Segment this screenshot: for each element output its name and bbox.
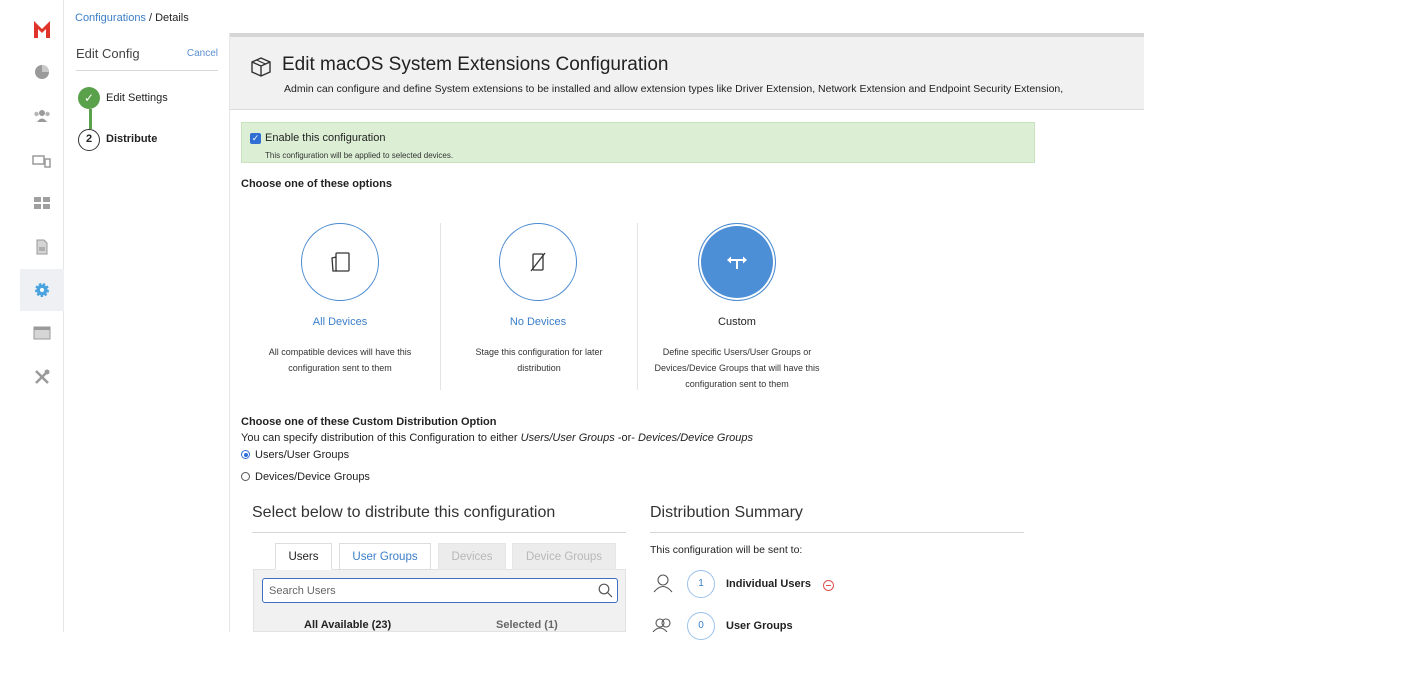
steps-header: Edit Config Cancel: [76, 45, 218, 71]
all-devices-desc-line: configuration sent to them: [288, 363, 392, 373]
no-devices-option[interactable]: [499, 223, 577, 301]
icon-rail: [20, 0, 64, 632]
breadcrumb-configurations-link[interactable]: Configurations: [75, 12, 146, 24]
grid-apps-icon[interactable]: [20, 182, 64, 224]
step-number-badge: 2: [78, 129, 100, 151]
devices-radio[interactable]: [241, 472, 250, 481]
tab-users[interactable]: Users: [275, 543, 332, 570]
individual-users-count: 1: [687, 570, 715, 598]
page-title: Edit macOS System Extensions Configurati…: [282, 54, 669, 75]
custom-desc: Define specific Users/User Groups or Dev…: [638, 344, 836, 392]
users-radio-label[interactable]: Users/User Groups: [255, 449, 349, 461]
search-users-input[interactable]: [262, 578, 618, 603]
user-group-icon: [652, 617, 674, 637]
split-arrows-icon: [727, 256, 747, 269]
custom-desc-line: Devices/Device Groups that will have thi…: [654, 363, 820, 373]
steps-title: Edit Config: [76, 46, 140, 61]
no-device-icon: [530, 252, 546, 272]
options-heading: Choose one of these options: [241, 178, 392, 190]
check-icon: ✓: [78, 87, 100, 109]
desc-users-emphasis: Users/User Groups: [520, 432, 615, 444]
remove-circle-icon[interactable]: [823, 580, 834, 591]
custom-desc-line: configuration sent to them: [685, 379, 789, 389]
custom-desc-line: Define specific Users/User Groups or: [662, 347, 812, 357]
page-subtitle: Admin can configure and define System ex…: [284, 83, 1064, 95]
breadcrumb-current: Details: [155, 12, 189, 24]
no-devices-title[interactable]: No Devices: [479, 316, 597, 328]
all-devices-option[interactable]: [301, 223, 379, 301]
tablet-phone-icon: [331, 252, 350, 272]
all-devices-title[interactable]: All Devices: [281, 316, 399, 328]
enable-configuration-panel: ✓ Enable this configuration This configu…: [241, 122, 1035, 163]
custom-option[interactable]: [698, 223, 776, 301]
window-icon[interactable]: [20, 312, 64, 354]
selected-header: Selected (1): [496, 619, 558, 631]
custom-distribution-desc: You can specify distribution of this Con…: [241, 432, 753, 444]
custom-distribution-heading: Choose one of these Custom Distribution …: [241, 416, 497, 428]
search-icon[interactable]: [598, 583, 613, 603]
all-devices-desc-line: All compatible devices will have this: [268, 347, 412, 357]
devices-icon[interactable]: [20, 140, 64, 182]
user-groups-count: 0: [687, 612, 715, 640]
section-rule: [252, 532, 626, 533]
user-icon: [652, 573, 674, 598]
step-connector: [89, 109, 92, 129]
tools-icon[interactable]: [20, 356, 64, 398]
enable-note: This configuration will be applied to se…: [265, 151, 454, 160]
custom-title[interactable]: Custom: [677, 316, 797, 328]
document-icon[interactable]: [20, 226, 64, 268]
enable-checkbox[interactable]: ✓: [250, 133, 261, 144]
devices-radio-label[interactable]: Devices/Device Groups: [255, 471, 370, 483]
tab-devices[interactable]: Devices: [438, 543, 506, 570]
breadcrumb-separator: /: [145, 12, 156, 24]
desc-prefix: You can specify distribution of this Con…: [241, 432, 521, 444]
select-section-title: Select below to distribute this configur…: [252, 504, 556, 521]
dashboard-pie-icon[interactable]: [20, 51, 64, 93]
section-rule: [650, 532, 1024, 533]
step-edit-settings[interactable]: Edit Settings: [106, 92, 168, 104]
package-box-icon: [250, 57, 272, 82]
no-devices-desc-line: distribution: [517, 363, 561, 373]
tab-user-groups[interactable]: User Groups: [339, 543, 431, 570]
all-devices-desc: All compatible devices will have this co…: [251, 344, 429, 376]
individual-users-label: Individual Users: [726, 578, 811, 590]
brand-logo-icon[interactable]: [20, 8, 64, 50]
users-icon[interactable]: [20, 95, 64, 137]
tab-device-groups[interactable]: Device Groups: [512, 543, 616, 570]
summary-intro: This configuration will be sent to:: [650, 544, 803, 556]
option-divider: [440, 223, 441, 390]
user-groups-label: User Groups: [726, 620, 793, 632]
no-devices-desc: Stage this configuration for later distr…: [452, 344, 626, 376]
breadcrumb: Configurations / Details: [75, 12, 189, 24]
step-distribute[interactable]: Distribute: [106, 133, 157, 145]
configurations-gear-icon[interactable]: [20, 269, 64, 311]
all-available-header: All Available (23): [304, 619, 392, 631]
page-header: Edit macOS System Extensions Configurati…: [230, 33, 1144, 110]
distribution-summary-title: Distribution Summary: [650, 504, 803, 521]
steps-panel: Edit Config Cancel ✓ Edit Settings 2 Dis…: [64, 33, 230, 632]
no-devices-desc-line: Stage this configuration for later: [475, 347, 603, 357]
users-radio[interactable]: [241, 450, 250, 459]
enable-label: Enable this configuration: [265, 132, 386, 144]
desc-or: -or-: [614, 432, 639, 444]
desc-devices-emphasis: Devices/Device Groups: [638, 432, 753, 444]
cancel-link[interactable]: Cancel: [187, 48, 218, 59]
